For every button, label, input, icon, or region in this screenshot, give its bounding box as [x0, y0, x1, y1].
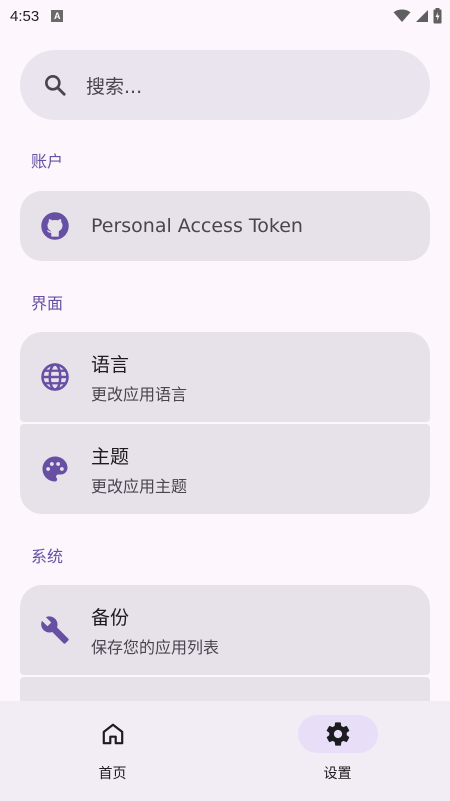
personal-access-token-label: Personal Access Token [91, 215, 303, 237]
bottom-navigation: 首页 设置 [0, 701, 450, 801]
search-bar[interactable]: 搜索... [20, 50, 430, 120]
theme-subtitle: 更改应用主题 [91, 476, 188, 496]
settings-item-theme[interactable]: 主题 更改应用主题 [20, 424, 430, 514]
settings-item-personal-access-token[interactable]: Personal Access Token [20, 191, 430, 261]
language-title: 语言 [91, 353, 130, 376]
search-icon [45, 75, 66, 96]
gear-icon [326, 722, 349, 746]
settings-item-language[interactable]: 语言 更改应用语言 [20, 332, 430, 422]
nav-settings-label: 设置 [323, 766, 352, 782]
battery-icon [433, 8, 442, 24]
globe-icon [41, 363, 69, 391]
backup-title: 备份 [91, 606, 130, 629]
settings-item-backup[interactable]: 备份 保存您的应用列表 [20, 585, 430, 675]
section-title-account: 账户 [31, 152, 64, 171]
palette-icon [42, 456, 68, 482]
wrench-icon [41, 616, 69, 644]
section-title-system: 系统 [31, 547, 64, 566]
status-time: 4:53 [10, 7, 40, 25]
notification-icon: A [51, 10, 64, 22]
backup-subtitle: 保存您的应用列表 [91, 637, 220, 657]
search-placeholder: 搜索... [86, 75, 143, 98]
status-indicators [393, 8, 442, 24]
theme-title: 主题 [91, 445, 130, 468]
nav-home-label: 首页 [98, 766, 127, 782]
language-subtitle: 更改应用语言 [91, 384, 188, 404]
nav-home-indicator [73, 715, 153, 753]
nav-item-home[interactable]: 首页 [0, 701, 225, 801]
wifi-icon [393, 9, 411, 22]
section-title-interface: 界面 [31, 294, 64, 313]
status-bar: 4:53 A [0, 0, 450, 32]
home-icon [102, 723, 123, 745]
github-icon [41, 212, 69, 240]
nav-item-settings[interactable]: 设置 [225, 701, 450, 801]
nav-settings-indicator [297, 715, 378, 753]
signal-icon [416, 10, 428, 22]
